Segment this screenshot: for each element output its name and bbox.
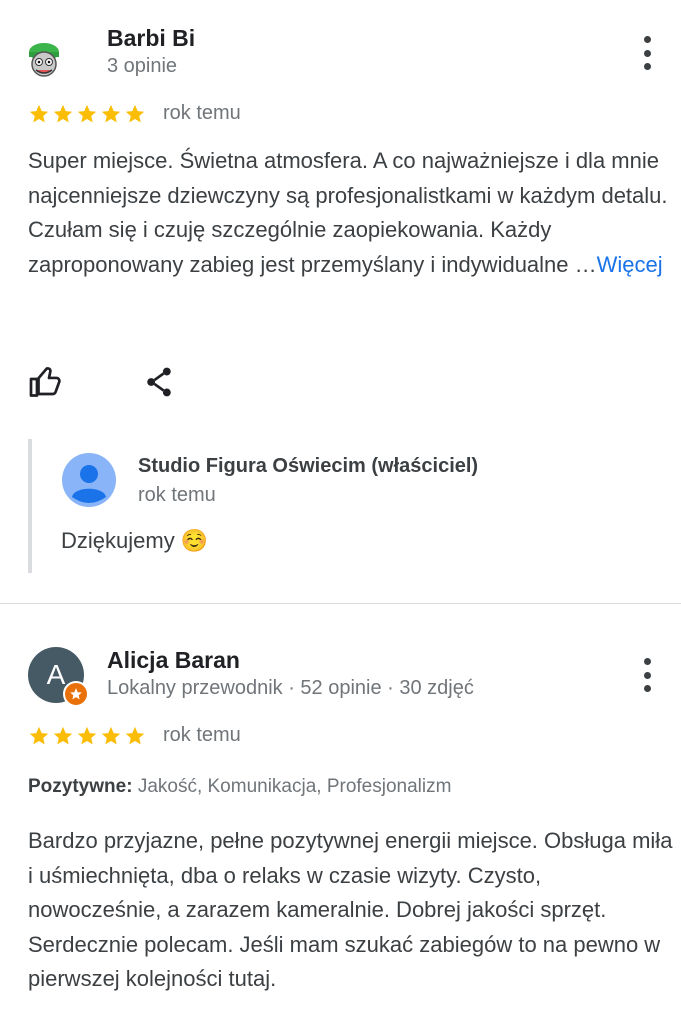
star-icon <box>77 104 97 123</box>
review-author-name[interactable]: Alicja Baran <box>107 647 240 674</box>
review-time: rok temu <box>163 102 241 124</box>
star-icon <box>101 726 121 745</box>
star-rating <box>28 103 146 125</box>
more-vert-icon <box>643 36 651 43</box>
like-button[interactable] <box>28 364 64 400</box>
positives-label: Pozytywne: <box>28 776 133 797</box>
avatar[interactable] <box>26 34 62 80</box>
more-options-button[interactable] <box>640 658 654 692</box>
person-icon <box>62 453 116 507</box>
owner-avatar <box>62 453 116 507</box>
share-button[interactable] <box>143 365 175 399</box>
local-guide-badge-icon <box>63 681 89 707</box>
star-icon <box>101 104 121 123</box>
review-time: rok temu <box>163 724 241 746</box>
review-author-meta: Lokalny przewodnik · 52 opinie · 30 zdję… <box>107 677 474 699</box>
owner-reply-divider <box>28 439 32 573</box>
review-positives: Pozytywne: Jakość, Komunikacja, Profesjo… <box>28 776 451 798</box>
star-icon <box>29 726 49 745</box>
more-options-button[interactable] <box>640 36 654 70</box>
star-icon <box>77 726 97 745</box>
review-text: Super miejsce. Świetna atmosfera. A co n… <box>28 144 668 282</box>
star-icon <box>53 104 73 123</box>
star-icon <box>125 104 145 123</box>
star-icon <box>29 104 49 123</box>
star-icon <box>125 726 145 745</box>
more-vert-icon <box>643 658 651 665</box>
review-text-content: Super miejsce. Świetna atmosfera. A co n… <box>28 148 668 277</box>
star-rating <box>28 725 146 747</box>
review-separator <box>0 603 681 604</box>
owner-reply-time: rok temu <box>138 484 216 506</box>
positives-values: Jakość, Komunikacja, Profesjonalizm <box>137 776 452 797</box>
avatar-letter: A <box>46 659 66 690</box>
review-text: Bardzo przyjazne, pełne pozytywnej energ… <box>28 828 673 991</box>
review-author-name[interactable]: Barbi Bi <box>107 25 195 52</box>
share-icon <box>147 367 171 397</box>
owner-reply-text: Dziękujemy ☺️ <box>61 528 209 553</box>
review-author-meta: 3 opinie <box>107 55 178 77</box>
avatar-cartoon-image <box>29 43 59 77</box>
owner-reply-author: Studio Figura Oświecim (właściciel) <box>138 455 479 477</box>
star-icon <box>53 726 73 745</box>
thumb-up-icon <box>29 367 61 397</box>
read-more-link[interactable]: Więcej <box>597 252 663 277</box>
